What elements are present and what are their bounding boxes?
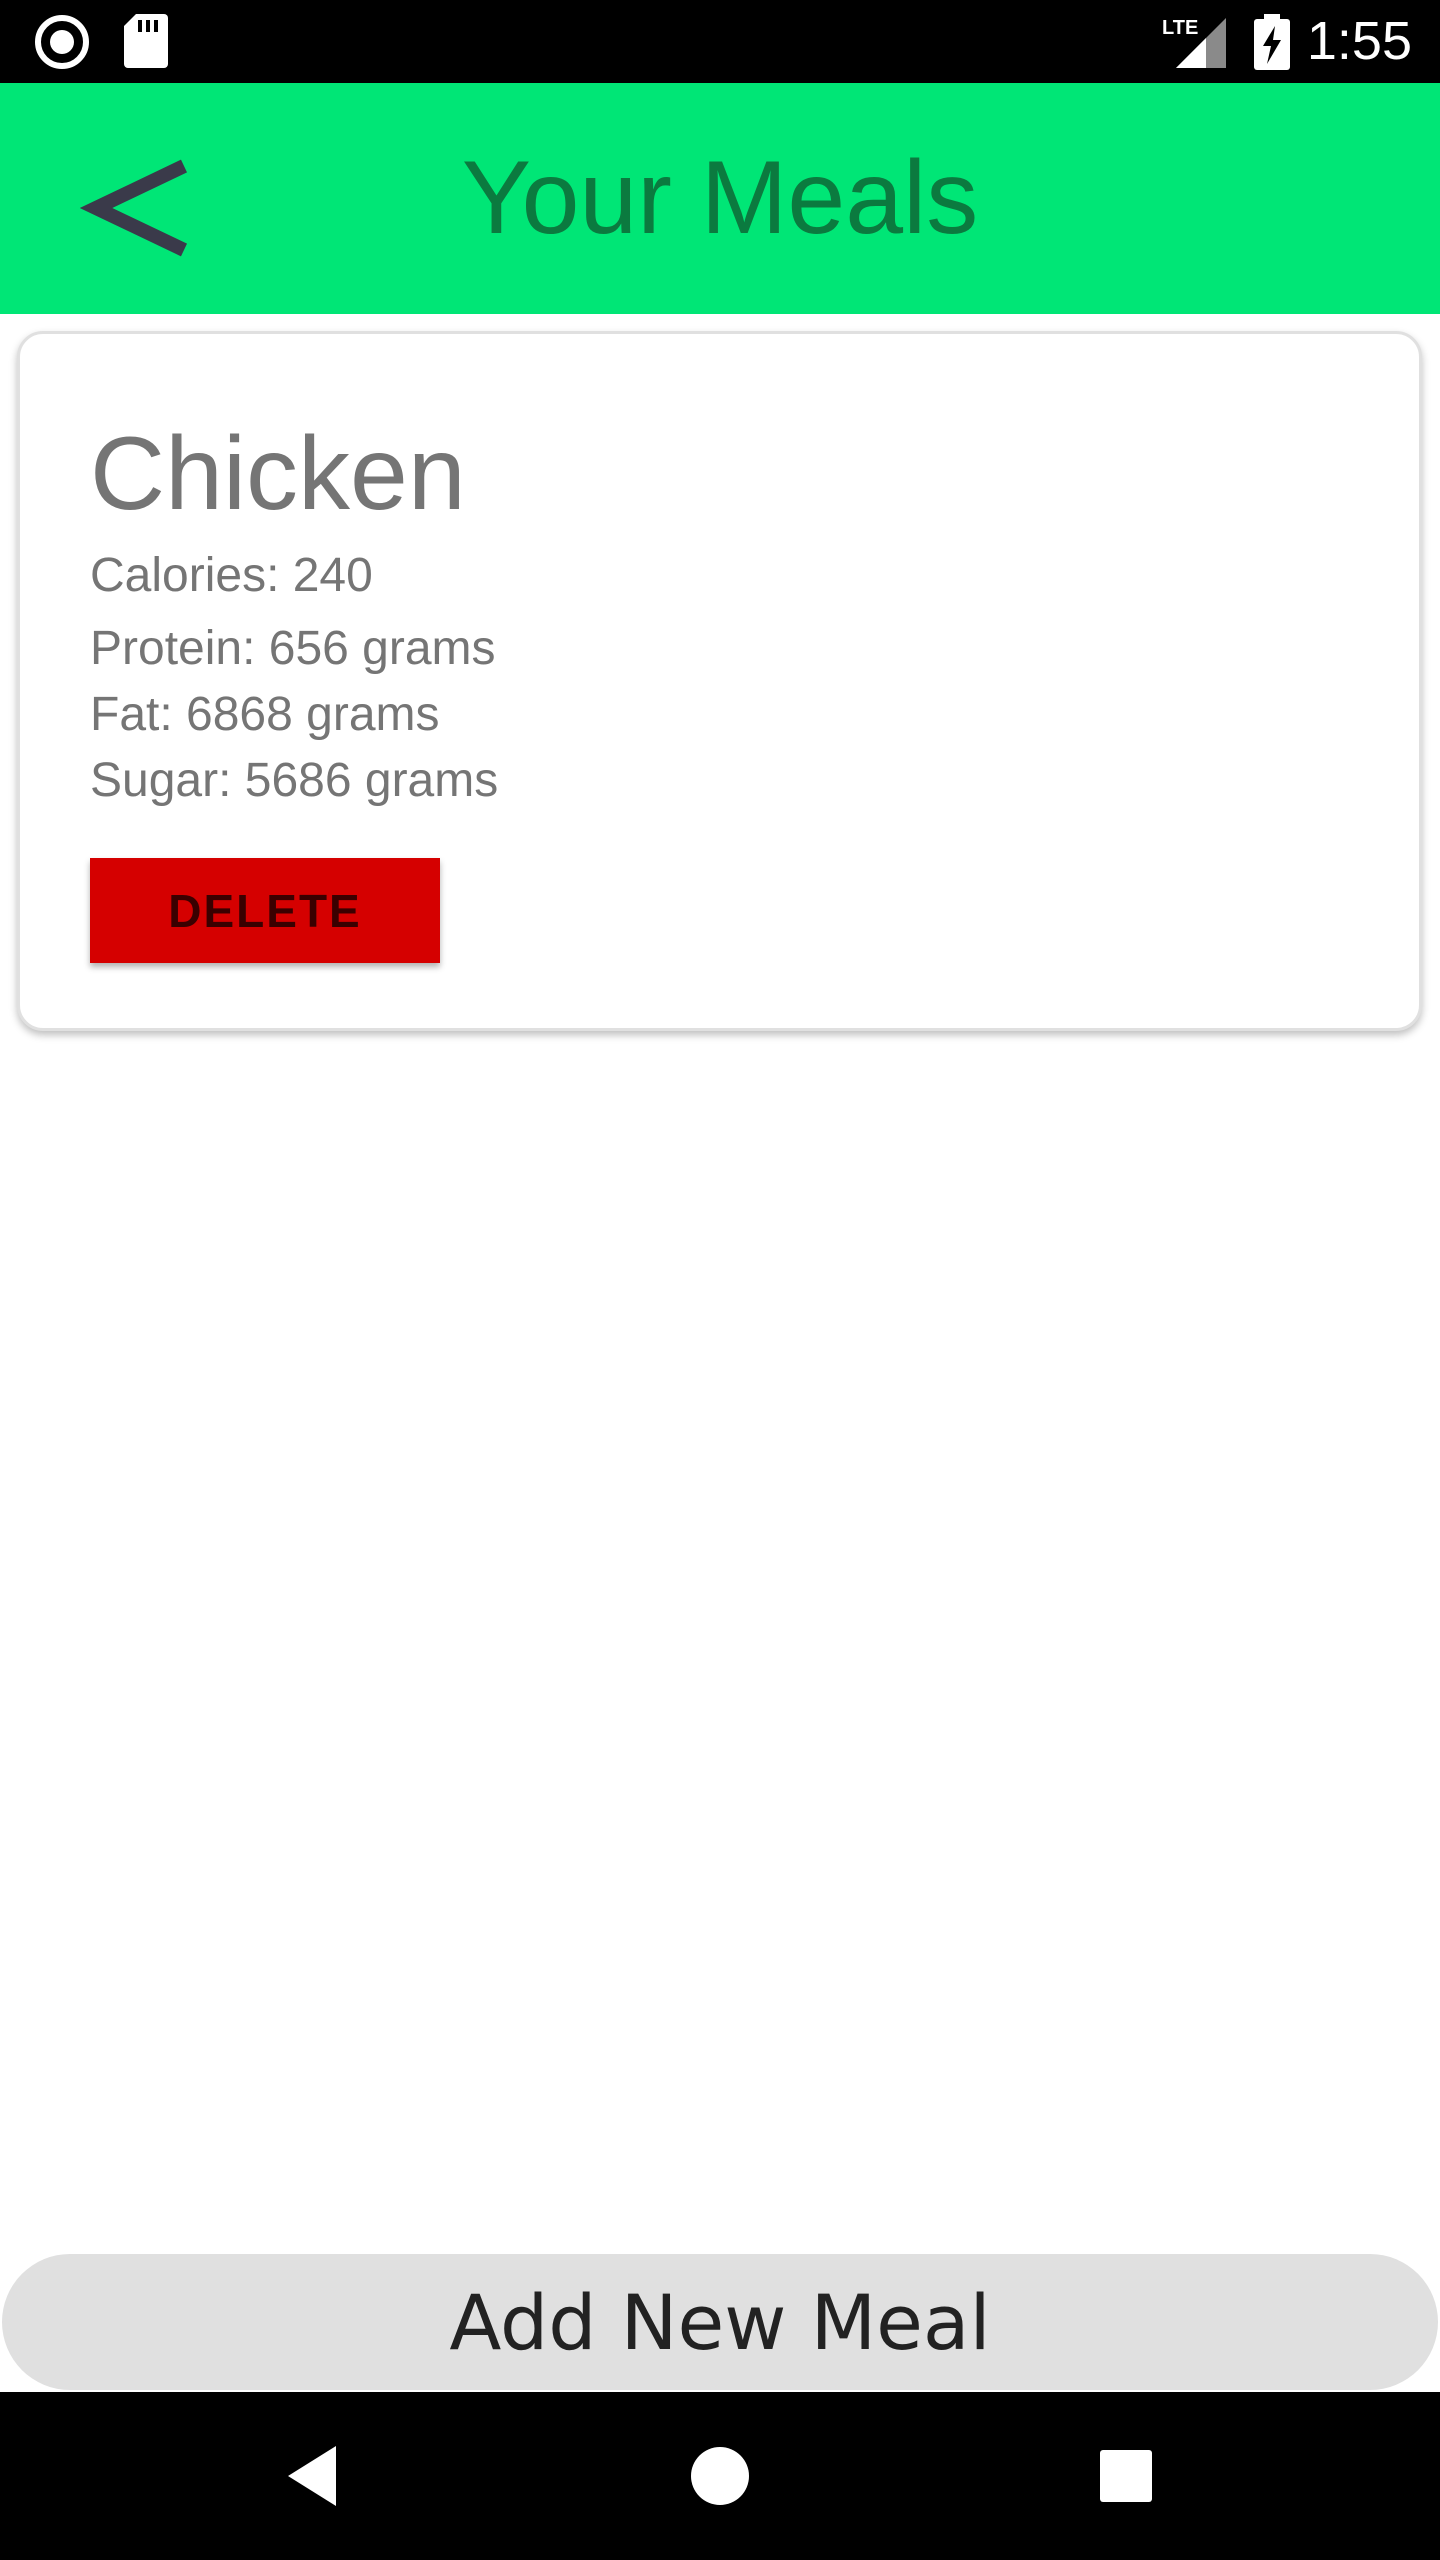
meal-sugar: Sugar: 5686 grams	[90, 754, 499, 807]
nav-recents-button[interactable]	[1076, 2426, 1176, 2526]
meal-fat: Fat: 6868 grams	[90, 688, 440, 741]
nav-back-button[interactable]	[264, 2426, 364, 2526]
battery-charging-icon	[1254, 14, 1290, 74]
meal-card: Chicken Calories: 240 Protein: 656 grams…	[17, 331, 1422, 1031]
app-bar: Your Meals	[0, 83, 1440, 314]
recents-square-icon	[1100, 2450, 1152, 2502]
back-triangle-icon	[288, 2446, 336, 2506]
svg-text:LTE: LTE	[1162, 17, 1198, 39]
add-new-meal-button[interactable]: Add New Meal	[2, 2254, 1438, 2390]
record-icon	[34, 14, 90, 74]
nav-home-button[interactable]	[670, 2426, 770, 2526]
meal-calories: Calories: 240	[90, 549, 373, 602]
meal-protein: Protein: 656 grams	[90, 622, 496, 675]
nav-bar	[0, 2392, 1440, 2560]
chevron-left-icon	[79, 159, 188, 257]
lte-signal-icon: LTE	[1160, 14, 1228, 74]
sd-card-icon	[124, 14, 168, 72]
status-time: 1:55	[1306, 11, 1412, 71]
home-circle-icon	[691, 2447, 749, 2505]
back-button[interactable]	[79, 148, 200, 268]
page-title: Your Meals	[461, 140, 979, 256]
delete-button[interactable]: DELETE	[90, 858, 440, 963]
meal-name: Chicken	[90, 416, 466, 532]
screen: LTE 1:55 Your Meals Chicken Calories: 24…	[0, 0, 1440, 2560]
status-bar: LTE 1:55	[0, 0, 1440, 83]
